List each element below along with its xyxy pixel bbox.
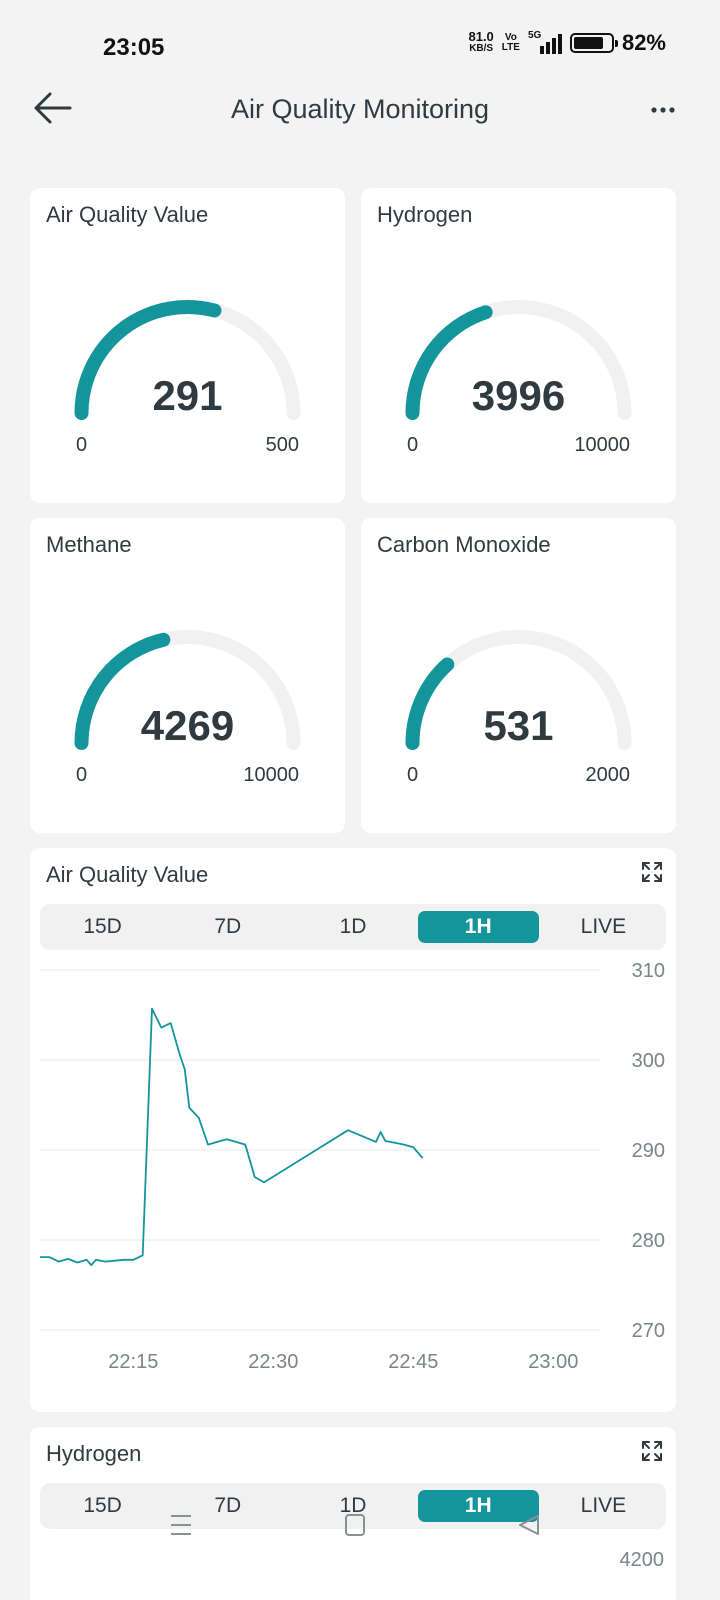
network-type: 5G — [527, 30, 542, 41]
tab-7d[interactable]: 7D — [167, 911, 288, 943]
line-chart: 310 300 290 280 270 22:15 22:30 22:45 23:00 — [40, 960, 665, 1373]
gauge-min: 0 — [407, 764, 419, 786]
expand-button[interactable] — [640, 1439, 664, 1463]
back-triangle-icon[interactable] — [510, 1505, 550, 1545]
series-line — [40, 1007, 424, 1267]
gauge-min: 0 — [76, 434, 88, 456]
page-title: Air Quality Monitoring — [230, 94, 490, 124]
y-tick-label: 300 — [632, 1050, 665, 1072]
y-tick-label: 290 — [632, 1140, 665, 1162]
tab-1h[interactable]: 1H — [417, 911, 539, 943]
volte-icon: Vo LTE — [502, 33, 520, 53]
tab-15d[interactable]: 15D — [42, 911, 163, 943]
net-speed-unit: KB/S — [469, 43, 494, 54]
gauge-value: 291 — [152, 372, 223, 419]
expand-icon — [642, 1441, 662, 1461]
gauge-max: 2000 — [585, 764, 631, 786]
chart-card-air-quality: Air Quality Value 15D 7D 1D 1H LIVE 310 3… — [30, 848, 676, 1412]
gauge-value: 3996 — [471, 372, 566, 419]
gauge-max: 10000 — [574, 434, 630, 456]
chart-title: Air Quality Value — [46, 862, 209, 887]
app-header: Air Quality Monitoring — [0, 80, 720, 140]
gauge-card-methane: Methane 4269 0 10000 — [30, 518, 345, 833]
gauge-card-air-quality: Air Quality Value 291 0 500 — [30, 188, 345, 503]
x-tick-label: 22:15 — [108, 1351, 158, 1373]
network-speed: 81.0 KB/S — [468, 29, 494, 55]
tab-1d[interactable]: 1D — [292, 911, 413, 943]
x-tick-label: 22:45 — [388, 1351, 438, 1373]
status-bar: 23:05 81.0 KB/S Vo LTE 5G 82% — [0, 0, 720, 70]
gauge-max: 500 — [265, 434, 299, 456]
y-tick-label: 310 — [632, 960, 665, 982]
chart-title: Hydrogen — [46, 1441, 142, 1466]
time-range-tabs: 15D 7D 1D 1H LIVE — [40, 904, 666, 950]
y-tick-label: 4200 — [619, 1549, 665, 1571]
more-options-button[interactable] — [650, 94, 676, 122]
gauge-value: 4269 — [140, 702, 235, 749]
gauge-max: 10000 — [243, 764, 299, 786]
battery-icon — [569, 33, 618, 53]
expand-icon — [642, 862, 662, 882]
status-icons: 81.0 KB/S Vo LTE 5G 82% — [468, 30, 666, 56]
battery-percent: 82% — [621, 30, 666, 55]
y-tick-label: 270 — [632, 1320, 665, 1342]
home-icon[interactable] — [334, 1505, 374, 1545]
signal-icon: 5G — [527, 30, 562, 54]
x-tick-label: 22:30 — [248, 1351, 298, 1373]
gauge-min: 0 — [407, 434, 419, 456]
more-icon — [651, 107, 675, 113]
gauge-value: 531 — [483, 702, 554, 749]
gauge-card-hydrogen: Hydrogen 3996 0 10000 — [361, 188, 676, 503]
system-nav-bar — [0, 1490, 720, 1550]
tab-live[interactable]: LIVE — [543, 911, 664, 943]
status-time: 23:05 — [103, 34, 165, 61]
expand-button[interactable] — [640, 860, 664, 884]
gauge-card-carbon-monoxide: Carbon Monoxide 531 0 2000 — [361, 518, 676, 833]
net-speed-value: 81.0 — [468, 29, 494, 44]
y-tick-label: 280 — [632, 1230, 665, 1252]
volte-bottom: LTE — [501, 42, 520, 53]
x-tick-label: 23:00 — [528, 1351, 578, 1373]
menu-icon[interactable] — [160, 1505, 200, 1545]
nav-bar-icons — [160, 1505, 550, 1545]
gauge-min: 0 — [76, 764, 88, 786]
